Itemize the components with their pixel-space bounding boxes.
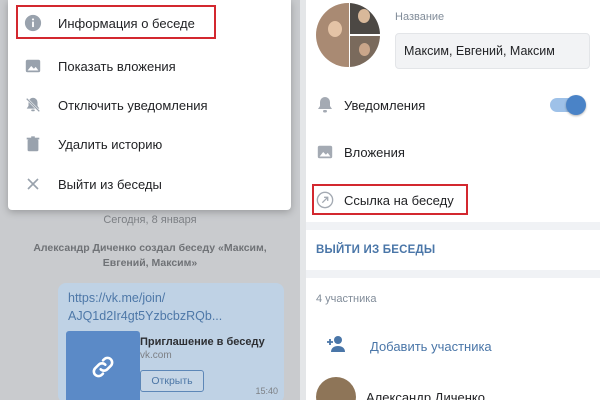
avatar xyxy=(316,377,356,400)
link-preview-domain: vk.com xyxy=(140,350,172,361)
highlight-box xyxy=(312,184,468,215)
image-icon xyxy=(306,143,344,161)
trash-icon xyxy=(8,135,58,153)
section-separator xyxy=(306,222,600,230)
member-name: Александр Диченко xyxy=(366,389,485,400)
link-preview-title: Приглашение в беседу xyxy=(140,336,265,348)
toggle-knob xyxy=(566,95,586,115)
bell-off-icon xyxy=(8,96,58,114)
chat-avatar[interactable] xyxy=(316,3,380,67)
menu-item-label: Удалить историю xyxy=(58,136,163,152)
context-menu: Информация о беседе Показать вложения От… xyxy=(8,0,291,210)
section-separator xyxy=(306,270,600,278)
close-icon xyxy=(8,177,58,191)
members-count: 4 участника xyxy=(316,293,377,305)
chat-name-field[interactable]: Максим, Евгений, Максим xyxy=(395,33,590,69)
face-2 xyxy=(358,9,370,23)
open-button[interactable]: Открыть xyxy=(140,370,204,392)
invite-link-line1[interactable]: https://vk.me/join/ xyxy=(68,289,222,307)
chat-panel: Сегодня, 8 января Александр Диченко созд… xyxy=(0,0,300,400)
system-message: Александр Диченко создал беседу «Максим,… xyxy=(33,242,267,269)
menu-item-label: Отключить уведомления xyxy=(58,97,208,113)
menu-item-show-attachments[interactable]: Показать вложения xyxy=(8,46,291,86)
chat-name-label: Название xyxy=(395,11,445,23)
leave-chat-button[interactable]: ВЫЙТИ ИЗ БЕСЕДЫ xyxy=(316,244,435,256)
member-row[interactable]: Александр Диченко xyxy=(316,377,485,400)
link-icon xyxy=(92,356,114,378)
attachments-label: Вложения xyxy=(344,144,405,160)
menu-item-leave-chat[interactable]: Выйти из беседы xyxy=(8,164,291,204)
add-user-icon xyxy=(326,335,348,358)
bell-icon xyxy=(306,96,344,114)
menu-item-label: Выйти из беседы xyxy=(58,176,162,192)
notifications-label: Уведомления xyxy=(344,97,426,113)
attachments-row[interactable]: Вложения xyxy=(306,132,600,172)
highlight-box xyxy=(16,5,216,39)
chat-info-panel: Название Максим, Евгений, Максим Уведомл… xyxy=(306,0,600,400)
add-member-label: Добавить участника xyxy=(370,339,492,354)
chat-date: Сегодня, 8 января xyxy=(103,214,197,226)
message-time: 15:40 xyxy=(255,386,278,396)
face-1 xyxy=(328,21,342,37)
face-3 xyxy=(359,43,370,56)
notifications-toggle[interactable] xyxy=(550,95,586,115)
invite-link-line2[interactable]: AJQ1d2Ir4gt5YzbcbzRQb... xyxy=(68,307,222,325)
add-member-button[interactable]: Добавить участника xyxy=(326,335,492,358)
image-icon xyxy=(8,57,58,75)
link-preview-image[interactable] xyxy=(66,331,140,400)
menu-item-label: Показать вложения xyxy=(58,58,176,74)
menu-item-delete-history[interactable]: Удалить историю xyxy=(8,124,291,164)
message-bubble[interactable]: https://vk.me/join/ AJQ1d2Ir4gt5YzbcbzRQ… xyxy=(58,283,284,400)
menu-item-mute[interactable]: Отключить уведомления xyxy=(8,85,291,125)
invite-link[interactable]: https://vk.me/join/ AJQ1d2Ir4gt5YzbcbzRQ… xyxy=(68,289,222,325)
